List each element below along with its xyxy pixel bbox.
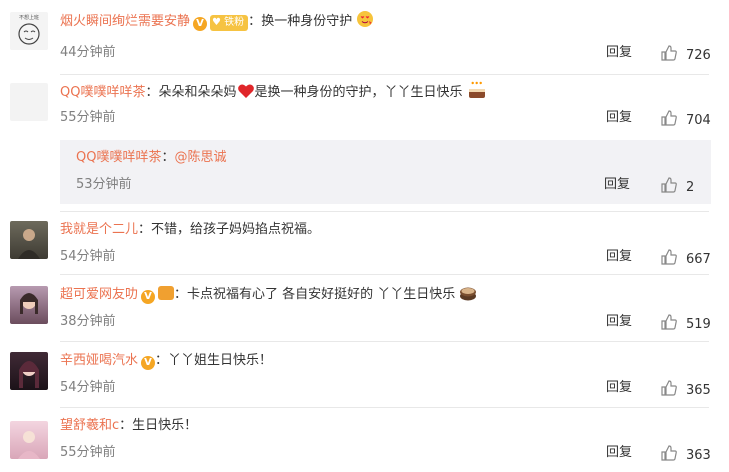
divider — [60, 274, 709, 275]
colon: ： — [174, 287, 188, 302]
nested-reply-line: QQ噗噗咩咩茶：@陈思诚 — [76, 148, 227, 168]
comment-line: 辛西娅喝汽水 V ：丫丫姐生日快乐！ — [60, 350, 272, 372]
verified-badge-icon: V — [193, 17, 208, 31]
comment-time: 38分钟前 — [60, 314, 116, 329]
avatar[interactable]: 不想上班 — [10, 12, 48, 50]
svg-text:不想上班: 不想上班 — [19, 14, 39, 21]
divider — [60, 74, 709, 75]
comment-time: 54分钟前 — [60, 249, 116, 264]
verified-badge-icon: V — [141, 290, 156, 304]
comment-time: 54分钟前 — [60, 380, 116, 395]
like-button[interactable]: 519 — [660, 313, 711, 334]
person-photo-icon — [18, 229, 40, 259]
like-count: 667 — [686, 252, 711, 267]
avatar[interactable] — [10, 221, 48, 259]
username-link[interactable]: 辛西娅喝汽水 — [60, 353, 138, 368]
like-button[interactable]: 704 — [660, 109, 711, 130]
reply-button[interactable]: 回复 — [606, 248, 632, 266]
nested-reply-time: 53分钟前 — [76, 177, 132, 192]
thumbs-up-icon — [661, 314, 677, 330]
comment-text: 不错，给孩子妈妈掐点祝福。 — [151, 222, 321, 237]
like-button[interactable]: 363 — [660, 444, 711, 465]
colon: ： — [119, 418, 133, 433]
comment-text: 朵朵和朵朵妈 — [158, 85, 237, 100]
like-count: 704 — [686, 113, 711, 128]
comment-text: 丫丫姐生日快乐！ — [168, 353, 273, 368]
comment-line: 烟火瞬间绚烂需要安静 V ♥ 铁粉 ：换一种身份守护 — [60, 10, 374, 33]
comment-time: 55分钟前 — [60, 110, 116, 125]
colon: ： — [155, 353, 169, 368]
fan-label: 铁粉 — [224, 17, 245, 28]
love-face-emoji-icon — [357, 11, 374, 27]
nested-like-button[interactable]: 2 — [660, 176, 694, 197]
comment-line: QQ噗噗咩咩茶：朵朵和朵朵妈 是换一种身份的守护，丫丫生日快乐 — [60, 81, 487, 104]
like-button[interactable]: 667 — [660, 248, 711, 269]
reply-button[interactable]: 回复 — [606, 379, 632, 397]
avatar[interactable] — [10, 83, 48, 121]
reply-button[interactable]: 回复 — [606, 444, 632, 462]
red-heart-icon — [237, 84, 254, 98]
comment-text: 卡点祝福有心了 各自安好挺好的 丫丫生日快乐 — [187, 287, 456, 302]
username-link[interactable]: QQ噗噗咩咩茶 — [76, 150, 161, 165]
reply-button[interactable]: 回复 — [606, 313, 632, 331]
thumbs-up-icon — [661, 445, 677, 461]
colon: ： — [145, 85, 159, 100]
like-count: 363 — [686, 448, 711, 463]
username-link[interactable]: 我就是个二儿 — [60, 222, 138, 237]
comment-text: 换一种身份守护 — [261, 14, 353, 29]
birthday-cake-icon — [468, 81, 485, 98]
like-count: 2 — [686, 180, 695, 195]
avatar[interactable] — [10, 421, 48, 459]
comment-line: 望舒羲和c：生日快乐！ — [60, 415, 197, 437]
colon: ： — [161, 150, 175, 165]
reply-button[interactable]: 回复 — [606, 44, 632, 62]
thumbs-up-icon — [661, 110, 677, 126]
avatar-sketch-icon: 不想上班 — [10, 12, 48, 50]
comment-time: 44分钟前 — [60, 45, 116, 60]
thumbs-up-icon — [661, 45, 677, 61]
like-count: 726 — [686, 48, 711, 63]
fan-level-icon — [158, 286, 175, 300]
comment-line: 我就是个二儿：不错，给孩子妈妈掐点祝福。 — [60, 219, 320, 241]
comment-text-continued: 是换一种身份的守护，丫丫生日快乐 — [254, 85, 463, 100]
fan-heart-icon: ♥ — [212, 17, 221, 28]
thumbs-up-icon — [661, 177, 677, 193]
like-button[interactable]: 726 — [660, 44, 711, 65]
like-count: 365 — [686, 383, 711, 398]
like-count: 519 — [686, 317, 711, 332]
thumbs-up-icon — [661, 249, 677, 265]
divider — [60, 341, 709, 342]
reply-button[interactable]: 回复 — [606, 109, 632, 127]
username-link[interactable]: 望舒羲和c — [60, 418, 119, 433]
like-button[interactable]: 365 — [660, 379, 711, 400]
username-link[interactable]: 烟火瞬间绚烂需要安静 — [60, 14, 190, 29]
avatar[interactable] — [10, 286, 48, 324]
username-link[interactable]: QQ噗噗咩咩茶 — [60, 85, 145, 100]
mention-link[interactable]: @陈思诚 — [174, 150, 226, 165]
colon: ： — [248, 14, 262, 29]
divider — [60, 407, 709, 408]
person-photo-icon — [19, 361, 39, 388]
username-link[interactable]: 超可爱网友叻 — [60, 287, 138, 302]
verified-badge-icon: V — [141, 356, 156, 370]
comment-text: 生日快乐！ — [132, 418, 198, 433]
comment-line: 超可爱网友叻 V ：卡点祝福有心了 各自安好挺好的 丫丫生日快乐 — [60, 284, 477, 306]
cake-icon — [460, 287, 477, 301]
person-photo-icon — [20, 293, 38, 314]
avatar[interactable] — [10, 352, 48, 390]
person-photo-icon — [18, 431, 40, 459]
nested-reply: QQ噗噗咩咩茶：@陈思诚 53分钟前 回复 2 — [60, 140, 711, 204]
comment-time: 55分钟前 — [60, 445, 116, 460]
divider — [60, 211, 709, 212]
colon: ： — [138, 222, 152, 237]
thumbs-up-icon — [661, 380, 677, 396]
fan-badge: ♥ 铁粉 — [210, 15, 249, 31]
nested-reply-button[interactable]: 回复 — [604, 176, 630, 194]
